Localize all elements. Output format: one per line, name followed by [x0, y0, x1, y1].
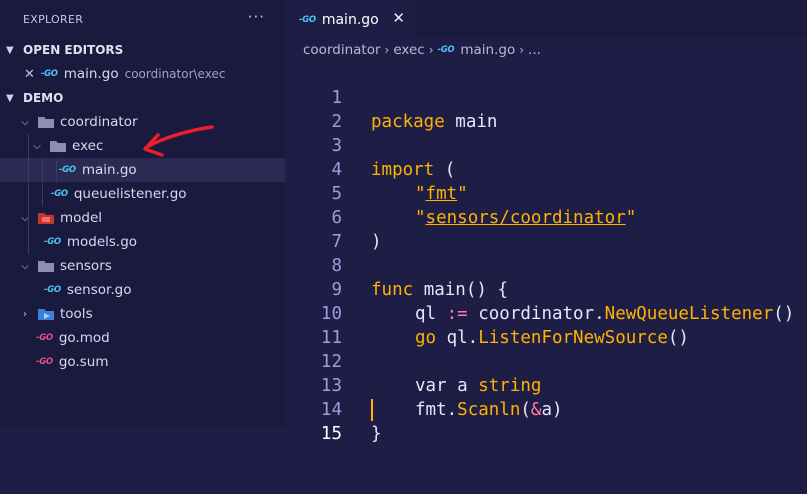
- tree-folder-tools[interactable]: › tools: [0, 302, 285, 326]
- tree-label: tools: [60, 306, 93, 322]
- tree-file-models[interactable]: -GO models.go: [0, 230, 285, 254]
- go-mod-file-icon: -GO: [36, 333, 53, 343]
- tree-file-go-sum[interactable]: -GO go.sum: [0, 350, 285, 374]
- breadcrumb-item-main-go[interactable]: main.go: [460, 42, 515, 58]
- go-file-icon: -GO: [299, 14, 316, 25]
- indent-guide: [28, 134, 29, 254]
- tree-label: queuelistener.go: [73, 186, 187, 202]
- tree-label: sensor.go: [66, 282, 132, 298]
- code-line: 4 "fmt": [285, 134, 807, 204]
- code-line: 11: [285, 302, 807, 348]
- open-editor-path: coordinator\exec: [124, 67, 226, 81]
- line-number: 15: [320, 424, 342, 444]
- tree-label: coordinator: [60, 114, 138, 130]
- open-editor-name: main.go: [63, 66, 119, 82]
- chevron-down-icon: ▼: [6, 92, 14, 104]
- more-actions-icon[interactable]: ···: [248, 8, 265, 26]
- go-file-icon: -GO: [437, 45, 455, 55]
- breadcrumb: coordinator › exec › -GO main.go › ...: [285, 38, 807, 62]
- chevron-down-icon: ⌵: [21, 212, 29, 224]
- tab-main-go[interactable]: -GO main.go ✕: [285, 0, 415, 38]
- tree-label: model: [60, 210, 103, 226]
- code-line: 5 "sensors/coordinator": [285, 158, 807, 228]
- chevron-down-icon: ⌵: [21, 260, 29, 272]
- chevron-down-icon: ⌵: [33, 140, 41, 152]
- code-line: 3 import (: [285, 110, 807, 180]
- folder-open-icon: [50, 140, 66, 152]
- explorer-sidebar: EXPLORER ··· ▼ OPEN EDITORS ✕ -GO main.g…: [0, 0, 285, 427]
- chevron-right-icon: ›: [428, 43, 434, 57]
- go-file-icon: -GO: [51, 189, 68, 199]
- tree-file-go-mod[interactable]: -GO go.mod: [0, 326, 285, 350]
- tree-folder-exec[interactable]: ⌵ exec: [0, 134, 285, 158]
- text-cursor: [371, 399, 373, 421]
- folder-open-icon: [38, 260, 54, 272]
- code-line: 14 }: [285, 374, 807, 444]
- tab-bar: -GO main.go ✕: [285, 0, 807, 38]
- explorer-header: EXPLORER ···: [0, 0, 285, 38]
- code-line: 10 go ql.ListenForNewSource(): [285, 278, 807, 348]
- code-line: 13 fmt.Scanln(&a): [285, 350, 807, 420]
- chevron-right-icon: ›: [519, 43, 525, 57]
- identifier: }: [371, 424, 382, 444]
- open-editors-label: OPEN EDITORS: [23, 43, 124, 57]
- folder-tools-icon: [38, 308, 54, 320]
- code-line: 1 package main: [285, 62, 807, 132]
- explorer-title: EXPLORER: [23, 12, 84, 26]
- chevron-down-icon: ⌵: [21, 116, 29, 128]
- breadcrumb-item-coordinator[interactable]: coordinator: [303, 42, 381, 58]
- code-line: 15: [285, 398, 807, 444]
- close-icon[interactable]: ✕: [392, 9, 405, 27]
- tree-label: exec: [72, 138, 104, 154]
- tree-label: models.go: [66, 234, 138, 250]
- open-editors-section[interactable]: ▼ OPEN EDITORS: [0, 38, 285, 62]
- code-line: 2: [285, 86, 807, 132]
- indent-guide: [42, 158, 43, 206]
- code-line: 8 func main() {: [285, 230, 807, 300]
- project-section[interactable]: ▼ DEMO: [0, 86, 285, 110]
- open-editor-item[interactable]: ✕ -GO main.go coordinator\exec: [0, 62, 285, 86]
- breadcrumb-item-more[interactable]: ...: [528, 42, 541, 58]
- folder-open-icon: [38, 116, 54, 128]
- code-line: 7: [285, 206, 807, 252]
- go-file-icon: -GO: [44, 237, 61, 247]
- code-line: 6 ): [285, 182, 807, 252]
- go-file-icon: -GO: [40, 69, 58, 79]
- code-editor[interactable]: 1 package main 2 3 import ( 4 "fmt" 5 "s…: [285, 62, 807, 444]
- chevron-right-icon: ›: [384, 43, 390, 57]
- chevron-down-icon: ▼: [6, 44, 14, 56]
- tree-label: go.sum: [58, 354, 109, 370]
- breadcrumb-item-exec[interactable]: exec: [393, 42, 424, 58]
- tree-folder-model[interactable]: ⌵ model: [0, 206, 285, 230]
- code-line: 12 var a string: [285, 326, 807, 396]
- tree-file-sensor[interactable]: -GO sensor.go: [0, 278, 285, 302]
- chevron-right-icon: ›: [23, 308, 27, 320]
- indent-guide: [56, 158, 57, 182]
- go-sum-file-icon: -GO: [36, 357, 53, 367]
- tree-folder-sensors[interactable]: ⌵ sensors: [0, 254, 285, 278]
- go-file-icon: -GO: [59, 165, 76, 175]
- tree-label: go.mod: [58, 330, 110, 346]
- tab-label: main.go: [321, 11, 379, 28]
- go-file-icon: -GO: [44, 285, 61, 295]
- code-line: 9 ql := coordinator.NewQueueListener(): [285, 254, 807, 324]
- project-label: DEMO: [23, 91, 64, 105]
- tree-label: sensors: [60, 258, 112, 274]
- tree-folder-coordinator[interactable]: ⌵ coordinator: [0, 110, 285, 134]
- tree-label: main.go: [81, 162, 137, 178]
- close-icon[interactable]: ✕: [24, 67, 35, 82]
- folder-model-icon: [38, 212, 54, 224]
